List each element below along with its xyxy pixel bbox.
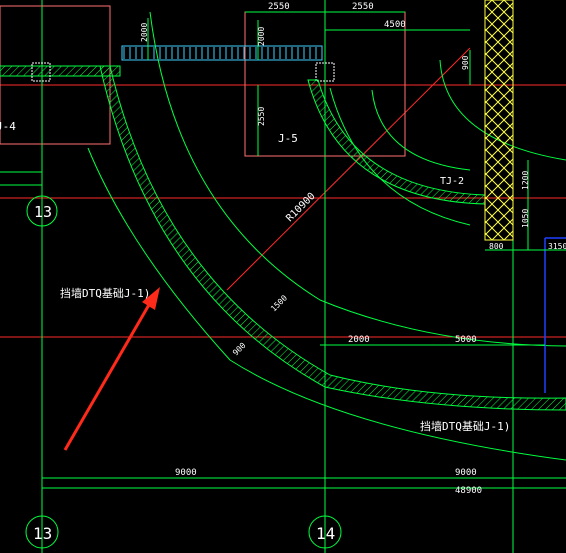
axis-14-bottom: 14 [316, 524, 335, 543]
dim-2000-b: 2000 [257, 27, 266, 46]
wall-label-1: 挡墙DTQ基础J-1) [60, 286, 150, 300]
dim-4500: 4500 [384, 20, 406, 30]
label-tj2: TJ-2 [440, 176, 464, 187]
dim-2550-b: 2550 [352, 2, 374, 12]
axis-13-bottom: 13 [33, 524, 52, 543]
dim-1050: 1050 [521, 209, 530, 228]
dim-2550-a: 2550 [268, 2, 290, 12]
cad-drawing-canvas[interactable]: J-4 J-5 TJ-2 挡墙DTQ基础J-1) 挡墙DTQ基础J-1) R10… [0, 0, 566, 553]
dim-2000-a: 2000 [140, 23, 149, 42]
dim-900-d: 900 [231, 341, 248, 358]
dim-48900: 48900 [455, 486, 482, 496]
dim-9000-a: 9000 [175, 468, 197, 478]
dim-2000-h: 2000 [348, 335, 370, 345]
dim-1500: 1500 [269, 293, 289, 313]
dim-2550-v: 2550 [257, 107, 266, 126]
dim-800: 800 [489, 242, 504, 251]
wall-label-2: 挡墙DTQ基础J-1) [420, 419, 510, 433]
dim-9000-b: 9000 [455, 468, 477, 478]
label-j4: J-4 [0, 120, 16, 133]
radius-label: R10900 [284, 191, 317, 224]
dim-1200: 1200 [521, 171, 530, 190]
dim-3150: 3150 [548, 242, 566, 251]
label-j5: J-5 [278, 132, 298, 145]
text-layer: J-4 J-5 TJ-2 挡墙DTQ基础J-1) 挡墙DTQ基础J-1) R10… [0, 2, 566, 543]
dim-5000: 5000 [455, 335, 477, 345]
axis-13-top: 13 [34, 203, 52, 221]
dim-900-v: 900 [461, 55, 470, 70]
